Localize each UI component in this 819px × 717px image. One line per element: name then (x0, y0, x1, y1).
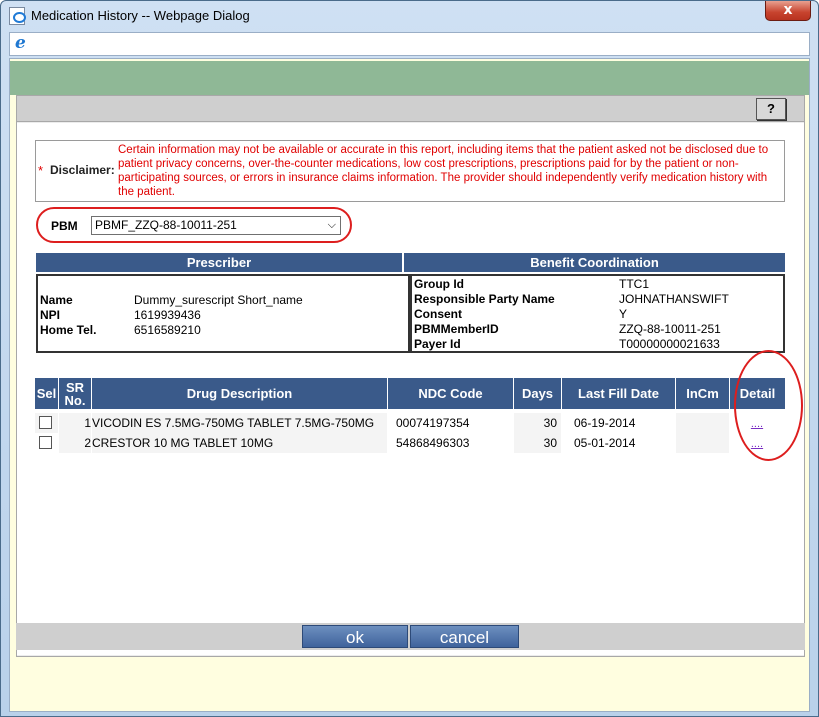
window-title: Medication History -- Webpage Dialog (31, 8, 250, 23)
row-days: 30 (514, 433, 562, 453)
row-incm (676, 433, 730, 453)
payer-label: Payer Id (414, 337, 461, 351)
party-label: Responsible Party Name (414, 292, 555, 306)
row-ndc: 00074197354 (388, 413, 514, 433)
medication-panel: ? * Disclaimer: Certain information may … (16, 95, 805, 657)
row-drug: CRESTOR 10 MG TABLET 10MG (92, 433, 388, 453)
header-band (10, 61, 809, 95)
dialog-content: ? * Disclaimer: Certain information may … (9, 58, 810, 712)
required-marker: * (38, 163, 44, 178)
row-drug: VICODIN ES 7.5MG-750MG TABLET 7.5MG-750M… (92, 413, 388, 433)
row-sr: 2 (59, 433, 92, 453)
col-sr[interactable]: SR No. (59, 378, 92, 409)
cancel-button[interactable]: cancel (410, 625, 519, 648)
col-incm[interactable]: InCm (676, 378, 730, 409)
prescriber-box: Name Dummy_surescript Short_name NPI 161… (36, 274, 410, 353)
member-value: ZZQ-88-10011-251 (619, 322, 721, 336)
pbm-select[interactable]: PBMF_ZZQ-88-10011-251 ⌵ (91, 216, 341, 235)
disclaimer-text: Certain information may not be available… (118, 144, 769, 198)
row-ndc: 54868496303 (388, 433, 514, 453)
benefit-box: Group Id TTC1 Responsible Party Name JOH… (410, 274, 785, 353)
table-row[interactable]: 2 CRESTOR 10 MG TABLET 10MG 54868496303 … (35, 433, 785, 453)
npi-label: NPI (40, 308, 61, 322)
close-icon: x (783, 2, 793, 18)
party-value: JOHNATHANSWIFT (619, 292, 729, 306)
disclaimer-label: Disclaimer: (50, 163, 115, 177)
detail-annotation-ring (734, 350, 803, 461)
title-bar[interactable]: Medication History -- Webpage Dialog x (1, 1, 818, 31)
col-ndc[interactable]: NDC Code (388, 378, 514, 409)
group-value: TTC1 (619, 277, 649, 291)
col-sel[interactable]: Sel (35, 378, 59, 409)
name-value: Dummy_surescript Short_name (134, 293, 303, 307)
row-days: 30 (514, 413, 562, 433)
tel-label: Home Tel. (40, 323, 97, 337)
grid-header: Sel SR No. Drug Description NDC Code Day… (35, 378, 785, 409)
row-last-fill: 06-19-2014 (562, 413, 676, 433)
ie-icon: e (15, 33, 26, 53)
row-sr: 1 (59, 413, 92, 433)
panel-body: * Disclaimer: Certain information may no… (17, 123, 804, 655)
row-select-checkbox[interactable] (39, 416, 52, 429)
member-label: PBMMemberID (414, 322, 499, 336)
consent-label: Consent (414, 307, 462, 321)
row-incm (676, 413, 730, 433)
pbm-selected-value: PBMF_ZZQ-88-10011-251 (95, 218, 237, 232)
tel-value: 6516589210 (134, 323, 201, 337)
close-button[interactable]: x (765, 1, 811, 21)
payer-value: T00000000021633 (619, 337, 720, 351)
consent-value: Y (619, 307, 628, 321)
group-label: Group Id (414, 277, 464, 291)
col-days[interactable]: Days (514, 378, 562, 409)
panel-toolbar: ? (17, 96, 804, 122)
ok-button[interactable]: ok (302, 625, 408, 648)
row-last-fill: 05-01-2014 (562, 433, 676, 453)
disclaimer-box: * Disclaimer: Certain information may no… (35, 140, 785, 202)
prescriber-header: Prescriber (36, 253, 402, 272)
npi-value: 1619939436 (134, 308, 201, 322)
help-button[interactable]: ? (756, 98, 786, 120)
pbm-label: PBM (51, 219, 78, 233)
pbm-annotation-ring: PBM PBMF_ZZQ-88-10011-251 ⌵ (36, 207, 352, 243)
row-select-checkbox[interactable] (39, 436, 52, 449)
address-bar: e (9, 32, 810, 56)
benefit-header: Benefit Coordination (404, 253, 785, 272)
chevron-down-icon[interactable]: ⌵ (328, 217, 336, 234)
col-last-fill[interactable]: Last Fill Date (562, 378, 676, 409)
page-icon (9, 7, 26, 25)
dialog-window: Medication History -- Webpage Dialog x e… (0, 0, 819, 717)
table-row[interactable]: 1 VICODIN ES 7.5MG-750MG TABLET 7.5MG-75… (35, 413, 785, 433)
name-label: Name (40, 293, 73, 307)
col-drug[interactable]: Drug Description (92, 378, 388, 409)
